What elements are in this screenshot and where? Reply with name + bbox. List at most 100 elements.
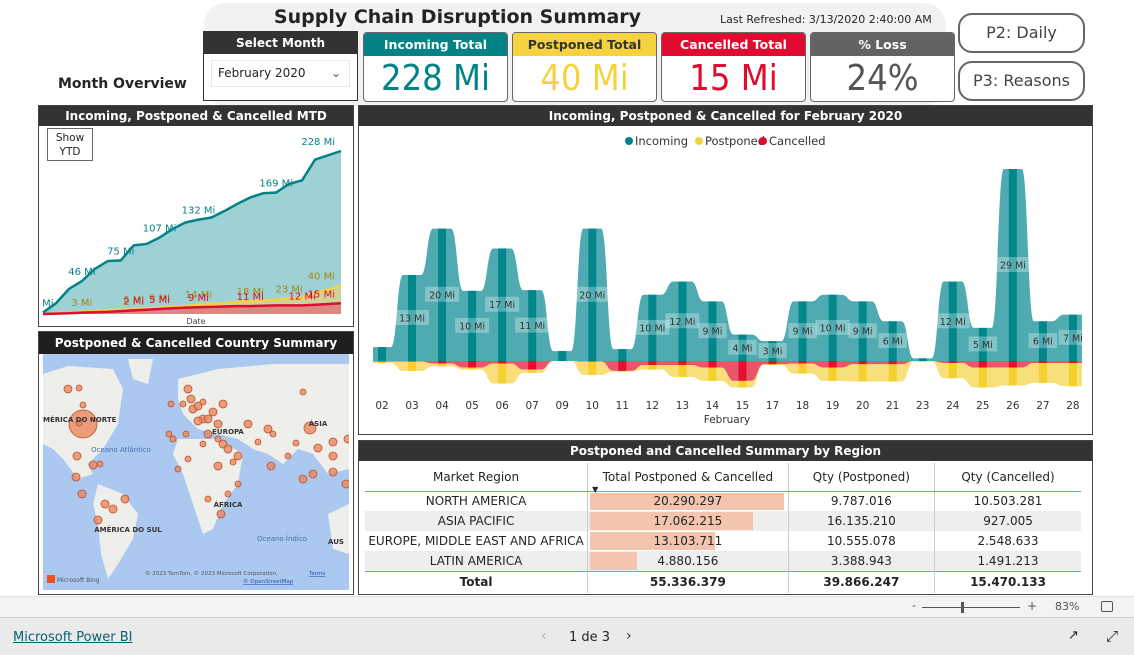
prev-page-button[interactable]: ‹ (541, 628, 547, 644)
table-row[interactable]: LATIN AMERICA 4.880.156 3.388.943 1.491.… (365, 551, 1081, 571)
power-bi-link[interactable]: Microsoft Power BI (13, 630, 132, 645)
cell-region: NORTH AMERICA (425, 494, 527, 509)
kpi-label: Postponed Total (513, 33, 656, 56)
country-map[interactable]: MÉRICA DO NORTE Oceano Atlântico EUROPA ÁSI… (43, 354, 349, 590)
table-row[interactable]: NORTH AMERICA 20.290.297 9.787.016 10.50… (365, 491, 1081, 511)
postponed-bar (648, 364, 657, 370)
total-cancelled: 15.470.133 (934, 570, 1081, 593)
postponed-bar (828, 367, 837, 381)
fullscreen-icon[interactable]: ⤢ (1106, 627, 1118, 645)
mtd-data-label: 132 Mi (182, 206, 216, 217)
zoom-in-button[interactable]: + (1027, 599, 1037, 613)
legend-label-cancelled: Cancelled (769, 134, 826, 148)
postponed-bar (858, 364, 867, 382)
data-bar (590, 552, 638, 570)
country-bubble (68, 409, 98, 439)
cancelled-bar (528, 361, 537, 370)
table-row[interactable]: EUROPE, MIDDLE EAST AND AFRICA 13.103.71… (365, 531, 1081, 551)
cancelled-bar (738, 361, 747, 381)
cell-postponed: 10.555.078 (787, 531, 935, 551)
map-osm-link[interactable]: © OpenStreetMap (243, 578, 294, 585)
cell-total: 17.062.215 (587, 511, 789, 531)
mtd-data-label: 3 Mi (71, 298, 92, 309)
zoom-bar: - + 83% (0, 596, 1134, 618)
country-bubble (174, 465, 182, 473)
cancelled-bar (948, 361, 957, 363)
cancelled-bar (408, 361, 417, 362)
cell-total-value: 20.290.297 (653, 494, 723, 509)
month-dropdown-value: February 2020 (218, 66, 306, 80)
mtd-chart-title: Incoming, Postponed & Cancelled MTD (39, 106, 353, 126)
legend-label-incoming: Incoming (635, 134, 688, 148)
zoom-out-button[interactable]: - (912, 599, 916, 612)
kpi-label: % Loss (811, 33, 954, 56)
cancelled-bar (1008, 361, 1017, 368)
month-dropdown[interactable]: February 2020 ⌄ (211, 60, 350, 87)
x-tick-label: 13 (676, 400, 689, 412)
x-tick-label: 18 (796, 400, 809, 412)
country-bubble (96, 460, 104, 468)
mtd-data-label: 107 Mi (143, 224, 177, 235)
country-bubble (216, 509, 226, 519)
cell-postponed: 16.135.210 (787, 511, 935, 531)
country-bubble (313, 443, 323, 453)
country-bubble (93, 515, 103, 525)
cancelled-bar (588, 361, 597, 362)
map-region-label: EUROPA (212, 428, 244, 436)
postponed-bar (438, 363, 447, 367)
country-bubble (63, 384, 73, 394)
country-bubble (218, 399, 228, 409)
cancelled-bar (858, 361, 867, 365)
country-bubble (214, 435, 222, 443)
zoom-level: 83% (1055, 600, 1080, 613)
x-tick-label: 21 (886, 400, 899, 412)
legend-marker-incoming (625, 137, 633, 145)
kpi-label: Cancelled Total (662, 33, 805, 56)
data-label: 9 Mi (702, 327, 722, 338)
map-terms-link[interactable]: Terms (308, 571, 325, 577)
page-title: Supply Chain Disruption Summary (273, 6, 642, 28)
cell-postponed: 3.388.943 (787, 551, 935, 571)
data-label: 4 Mi (733, 343, 753, 354)
kpi-label: Incoming Total (364, 33, 507, 56)
col-cancelled[interactable]: Qty (Cancelled) (934, 463, 1081, 492)
total-sum: 55.336.379 (587, 570, 789, 593)
cell-total-value: 13.103.711 (653, 534, 723, 548)
table-row[interactable]: ASIA PACIFIC 17.062.215 16.135.210 927.0… (365, 511, 1081, 531)
incoming-bar (618, 349, 627, 361)
cancelled-bar (618, 361, 627, 371)
footer-bar: Microsoft Power BI ‹ 1 de 3 › ↗ ⤢ (0, 618, 1134, 655)
cancelled-bar (828, 361, 837, 368)
next-page-button[interactable]: › (626, 628, 632, 644)
share-icon[interactable]: ↗ (1068, 628, 1079, 643)
bing-logo-text: Microsoft Bing (57, 577, 100, 584)
cell-postponed: 9.787.016 (787, 491, 935, 511)
x-tick-label: 12 (646, 400, 659, 412)
map-region-label: Oceano Índico (257, 534, 307, 543)
mtd-data-label: 5 Mi (149, 295, 170, 306)
cancelled-bar (378, 361, 386, 362)
postponed-bar (678, 364, 687, 377)
postponed-bar (1068, 362, 1077, 387)
col-market-region[interactable]: Market Region (365, 463, 588, 492)
country-bubble (75, 384, 83, 392)
zoom-slider[interactable] (922, 607, 1020, 608)
x-tick-label: 14 (706, 400, 720, 412)
map-region-label: MÉRICA DO NORTE (43, 415, 117, 424)
p3-reasons-button[interactable]: P3: Reasons (958, 61, 1085, 101)
p2-daily-button[interactable]: P2: Daily (958, 13, 1085, 53)
col-postponed[interactable]: Qty (Postponed) (787, 463, 935, 492)
cancelled-bar (678, 361, 687, 365)
data-label: 7 Mi (1063, 333, 1083, 344)
data-label: 3 Mi (763, 347, 783, 358)
mtd-data-label: 15 Mi (308, 289, 335, 300)
cancelled-bar (648, 361, 657, 365)
map-region-label: Oceano Atlântico (91, 446, 151, 454)
col-total[interactable]: Total Postponed & Cancelled ▼ (587, 463, 789, 494)
data-label: 9 Mi (793, 327, 813, 338)
country-bubble (199, 398, 207, 406)
legend-marker-cancelled (759, 137, 767, 145)
fit-to-page-icon[interactable] (1101, 601, 1113, 612)
country-bubble (223, 444, 233, 454)
zoom-slider-handle[interactable] (961, 602, 964, 613)
